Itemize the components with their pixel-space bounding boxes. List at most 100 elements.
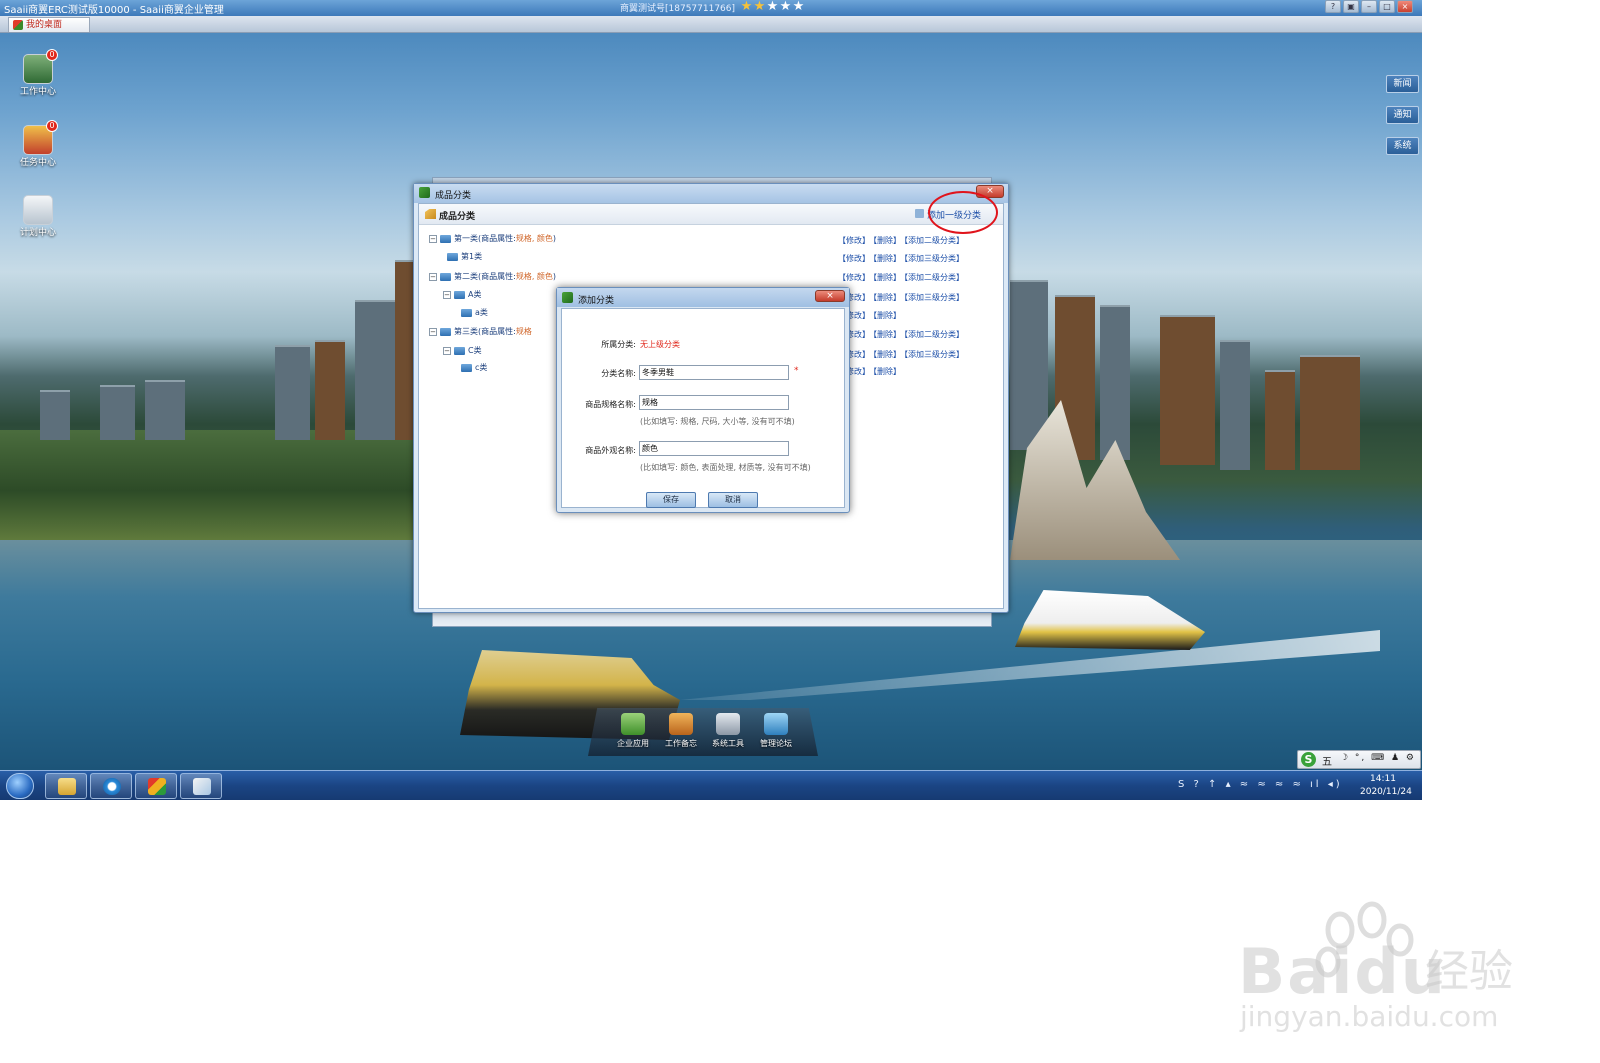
app-icon — [419, 187, 430, 198]
app-titlebar: Saaii商翼ERC测试版10000 - Saaii商翼企业管理 商翼测试号[1… — [0, 0, 1422, 16]
wallpaper-building — [1220, 340, 1250, 470]
minimize-button[interactable]: – — [1361, 0, 1377, 13]
delete-link[interactable]: 【删除】 — [873, 367, 901, 376]
notice-button[interactable]: 通知 — [1386, 106, 1419, 124]
restore-panel-button[interactable]: ▣ — [1343, 0, 1359, 13]
delete-link[interactable]: 【删除】 — [873, 330, 901, 339]
wallpaper-building — [145, 380, 185, 440]
tree-node[interactable]: 第1类 — [447, 251, 482, 265]
category-name: 第三类 — [454, 327, 478, 336]
tree-node-first-class[interactable]: − 第一类(商品属性:规格, 颜色) — [429, 233, 556, 247]
add-child-link[interactable]: 【添加三级分类】 — [904, 293, 964, 302]
attribute-suffix: ) — [552, 234, 557, 243]
dialog-titlebar[interactable]: 添加分类 × — [557, 288, 849, 307]
desktop-icon-plan-center[interactable]: 计划中心 — [16, 195, 60, 238]
collapse-toggle[interactable]: − — [443, 346, 451, 355]
wallpaper-building — [315, 340, 345, 440]
ime-toolbar[interactable]: S 五 ☽ °, ⌨ ♟ ⚙ — [1297, 750, 1421, 769]
news-button[interactable]: 新闻 — [1386, 75, 1419, 93]
close-button[interactable]: × — [1397, 0, 1413, 13]
row-actions: 【修改】 【删除】 【添加二级分类】 — [838, 329, 967, 340]
category-name-input[interactable] — [639, 365, 789, 380]
tree-node-second-class[interactable]: − 第二类(商品属性:规格, 颜色) — [429, 271, 556, 285]
window-titlebar[interactable]: 成品分类 × — [414, 184, 1008, 203]
delete-link[interactable]: 【删除】 — [873, 273, 901, 282]
appearance-name-input[interactable] — [639, 441, 789, 456]
dock-label: 企业应用 — [617, 739, 649, 748]
row-actions: 【修改】 【删除】 【添加三级分类】 — [838, 349, 967, 360]
collapse-toggle[interactable]: − — [429, 272, 437, 281]
star-icon: ★ — [753, 0, 766, 14]
dock-item-enterprise-apps[interactable]: 企业应用 — [610, 713, 656, 749]
home-icon — [621, 713, 645, 735]
star-icon: ★ — [779, 0, 792, 14]
add-child-link[interactable]: 【添加二级分类】 — [904, 273, 964, 282]
dialog-body: 所属分类: 无上级分类 分类名称: * 商品规格名称: (比如填写: 规格, 尺… — [561, 308, 845, 508]
dock-item-system-tools[interactable]: 系统工具 — [705, 713, 751, 749]
folder-icon — [454, 346, 465, 355]
dock-item-management-forum[interactable]: 管理论坛 — [753, 713, 799, 749]
edit-link[interactable]: 【修改】 — [838, 236, 870, 245]
tree-node[interactable]: c类 — [461, 362, 487, 376]
add-child-link[interactable]: 【添加二级分类】 — [904, 330, 964, 339]
wallpaper-building — [1010, 280, 1048, 450]
tree-node[interactable]: a类 — [461, 307, 488, 321]
wallpaper-building — [100, 385, 135, 440]
dialog-close-button[interactable]: × — [815, 290, 845, 302]
window-title: 成品分类 — [435, 191, 472, 201]
taskbar: S ? ↑ ▴ ≈ ≈ ≈ ≈ ıl ◂) 14:11 2020/11/24 — [0, 770, 1422, 800]
category-name: C类 — [468, 346, 482, 355]
add-child-link[interactable]: 【添加三级分类】 — [904, 350, 964, 359]
add-child-link[interactable]: 【添加二级分类】 — [904, 236, 964, 245]
spec-name-input[interactable] — [639, 395, 789, 410]
ime-tool-icons[interactable]: ☽ °, ⌨ ♟ ⚙ — [1340, 753, 1416, 763]
category-name: 第一类 — [454, 234, 478, 243]
save-button[interactable]: 保存 — [646, 492, 696, 508]
taskbar-explorer[interactable] — [45, 773, 87, 799]
watermark-url: jingyan.baidu.com — [1240, 1000, 1499, 1033]
attribute-prefix: (商品属性: — [478, 327, 516, 336]
delete-link[interactable]: 【删除】 — [873, 293, 901, 302]
taskbar-erp-app[interactable] — [135, 773, 177, 799]
cancel-button[interactable]: 取消 — [708, 492, 758, 508]
edit-link[interactable]: 【修改】 — [838, 254, 870, 263]
tab-my-desktop[interactable]: 我的桌面 — [8, 17, 90, 32]
sogou-ime-icon[interactable]: S — [1301, 752, 1316, 767]
collapse-toggle[interactable]: − — [443, 290, 451, 299]
start-button[interactable] — [6, 773, 34, 799]
clock-time[interactable]: 14:11 — [1370, 774, 1396, 784]
collapse-toggle[interactable]: − — [429, 327, 437, 336]
tree-node-third-class[interactable]: − 第三类(商品属性:规格 — [429, 326, 532, 340]
appearance-name-hint: (比如填写: 颜色, 表面处理, 材质等, 没有可不填) — [640, 463, 811, 472]
desktop-icon-label: 任务中心 — [19, 158, 56, 168]
row-actions: 【修改】 【删除】 【添加三级分类】 — [838, 292, 967, 303]
delete-link[interactable]: 【删除】 — [873, 311, 901, 320]
dock-item-work-memo[interactable]: 工作备忘 — [658, 713, 704, 749]
erp-app-icon — [148, 778, 166, 795]
collapse-toggle[interactable]: − — [429, 234, 437, 243]
wallpaper-building — [1100, 305, 1130, 460]
help-button[interactable]: ? — [1325, 0, 1341, 13]
clock-date[interactable]: 2020/11/24 — [1360, 787, 1412, 797]
delete-link[interactable]: 【删除】 — [873, 350, 901, 359]
taskbar-browser[interactable] — [90, 773, 132, 799]
desktop-icon-task-center[interactable]: 0 任务中心 — [16, 120, 60, 168]
tree-node[interactable]: − A类 — [443, 289, 481, 303]
tree-node[interactable]: − C类 — [443, 345, 482, 359]
desktop-icon-work-center[interactable]: 0 工作中心 — [16, 49, 60, 97]
folder-icon — [454, 290, 465, 299]
add-child-link[interactable]: 【添加三级分类】 — [904, 254, 964, 263]
dock-label: 系统工具 — [712, 739, 744, 748]
system-tray-icons[interactable]: S ? ↑ ▴ ≈ ≈ ≈ ≈ ıl ◂) — [1178, 779, 1343, 790]
folder-icon — [440, 327, 451, 336]
delete-link[interactable]: 【删除】 — [873, 254, 901, 263]
system-button[interactable]: 系统 — [1386, 137, 1419, 155]
edit-link[interactable]: 【修改】 — [838, 273, 870, 282]
delete-link[interactable]: 【删除】 — [873, 236, 901, 245]
ime-mode[interactable]: 五 — [1322, 753, 1332, 768]
watermark-brand-bai: Bai — [1238, 935, 1355, 1008]
folder-icon — [447, 252, 458, 261]
taskbar-paint[interactable] — [180, 773, 222, 799]
dock-label: 工作备忘 — [665, 739, 697, 748]
maximize-button[interactable]: □ — [1379, 0, 1395, 13]
